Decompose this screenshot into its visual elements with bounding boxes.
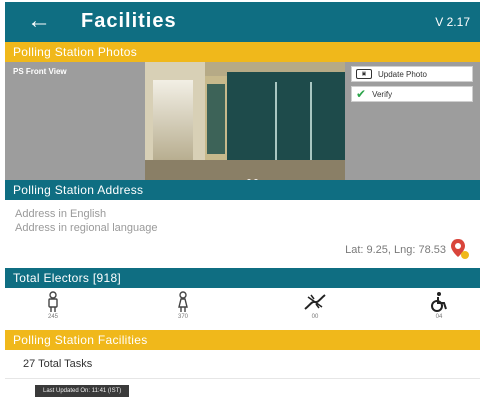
arrow-left-icon[interactable]: ← xyxy=(27,9,51,33)
third-gender-count: 00 xyxy=(311,314,319,320)
electors-panel: 245 370 00 04 xyxy=(5,288,480,330)
total-tasks: 27 Total Tasks xyxy=(23,358,93,370)
update-photo-button[interactable]: ▣ Update Photo xyxy=(351,66,473,82)
photo-label: PS Front View xyxy=(13,67,67,76)
carousel-indicator[interactable] xyxy=(247,170,261,180)
disabled-count: 04 xyxy=(435,314,443,320)
app-header: ← Facilities V 2.17 xyxy=(5,2,480,42)
facilities-section-heading: Polling Station Facilities xyxy=(5,330,480,350)
app-screen: ← Facilities V 2.17 Polling Station Phot… xyxy=(5,2,480,403)
verify-button[interactable]: ✔ Verify xyxy=(351,86,473,102)
photo-board-divider xyxy=(275,82,277,162)
third-gender-icon xyxy=(304,294,326,310)
female-voter-icon xyxy=(178,291,188,312)
verify-label: Verify xyxy=(372,89,393,99)
address-english: Address in English xyxy=(15,208,107,220)
male-electors: 245 xyxy=(33,291,73,320)
male-count: 245 xyxy=(47,314,58,320)
address-panel: Address in English Address in regional l… xyxy=(5,200,480,268)
lat-lng-readout: Lat: 9.25, Lng: 78.53 xyxy=(345,244,446,256)
page-title: Facilities xyxy=(81,10,177,32)
disabled-electors: 04 xyxy=(419,291,459,320)
female-electors: 370 xyxy=(163,291,203,320)
camera-icon: ▣ xyxy=(356,69,372,79)
electors-section-heading: Total Electors [918] xyxy=(5,268,480,288)
photos-section-heading: Polling Station Photos xyxy=(5,42,480,62)
photo-floor xyxy=(145,160,345,180)
photo-boards xyxy=(227,72,345,167)
check-icon: ✔ xyxy=(356,87,367,101)
address-section-heading: Polling Station Address xyxy=(5,180,480,200)
update-photo-label: Update Photo xyxy=(378,69,427,79)
polling-station-photo xyxy=(145,62,345,180)
male-voter-icon xyxy=(48,291,58,312)
last-updated-toast: Last Updated On: 11:41 (IST) xyxy=(35,385,130,397)
map-pin-icon[interactable] xyxy=(450,238,470,260)
tasks-row[interactable]: 27 Total Tasks xyxy=(5,350,480,379)
wheelchair-icon xyxy=(431,292,447,312)
third-gender-electors: 00 xyxy=(295,291,335,320)
photo-corridor xyxy=(153,80,193,160)
female-count: 370 xyxy=(177,314,188,320)
photo-board-divider xyxy=(310,82,312,162)
photo-actions: ▣ Update Photo ✔ Verify xyxy=(351,66,473,106)
photo-door xyxy=(207,84,225,154)
version-label: V 2.17 xyxy=(435,15,470,29)
address-regional: Address in regional language xyxy=(15,222,158,234)
